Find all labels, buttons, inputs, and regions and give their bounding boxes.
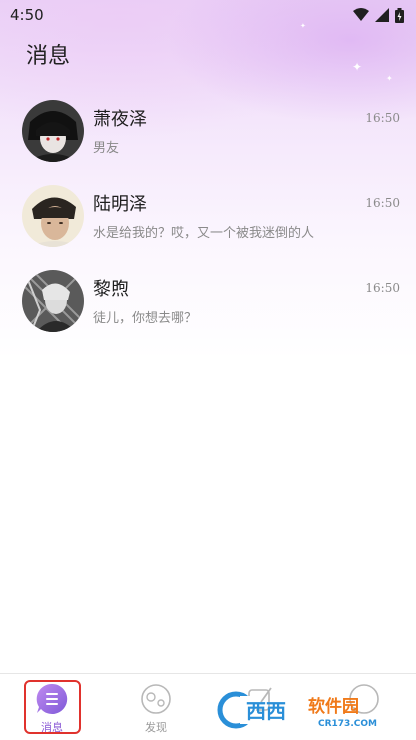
chat-name: 黎煦 <box>93 279 129 300</box>
chat-name: 萧夜泽 <box>93 109 147 130</box>
avatar <box>22 185 84 247</box>
signal-icon <box>375 8 389 22</box>
tab-label: 发现 <box>145 721 167 734</box>
chat-time: 16:50 <box>365 281 400 295</box>
status-time: 4:50 <box>10 6 44 24</box>
svg-text:西西: 西西 <box>246 699 286 723</box>
status-icons <box>353 7 404 23</box>
chat-time: 16:50 <box>365 111 400 125</box>
highlight-box <box>24 680 81 734</box>
avatar <box>22 270 84 332</box>
page-title: 消息 <box>26 44 71 69</box>
chat-item[interactable]: 黎煦 徒儿，你想去哪？ 16:50 <box>0 265 416 350</box>
status-bar: 4:50 <box>0 0 416 30</box>
sparkle-decoration: ✦ <box>352 60 363 74</box>
chat-item[interactable]: 萧夜泽 男友 16:50 <box>0 95 416 180</box>
chat-name: 陆明泽 <box>93 194 147 215</box>
sparkle-decoration: ✦ <box>300 22 306 30</box>
chat-item[interactable]: 陆明泽 水是给我的？哎，又一个被我迷倒的人 16:50 <box>0 180 416 265</box>
chat-list: 萧夜泽 男友 16:50 陆明泽 水是给我的？哎，又一个被我迷倒的人 16:50 <box>0 95 416 350</box>
chat-preview: 男友 <box>93 141 120 156</box>
chat-preview: 徒儿，你想去哪？ <box>93 311 198 326</box>
battery-icon <box>395 7 404 23</box>
svg-text:CR173.COM: CR173.COM <box>318 719 377 729</box>
watermark-logo: 西西 软件园 CR173.COM <box>216 690 396 730</box>
chat-time: 16:50 <box>365 196 400 210</box>
discover-icon <box>141 684 171 714</box>
sparkle-decoration: ✦ <box>386 74 393 83</box>
tab-discover[interactable]: 发现 <box>104 674 208 740</box>
wifi-icon <box>353 8 369 21</box>
svg-text:软件园: 软件园 <box>308 696 359 717</box>
avatar <box>22 100 84 162</box>
chat-preview: 水是给我的？哎，又一个被我迷倒的人 <box>93 226 315 241</box>
